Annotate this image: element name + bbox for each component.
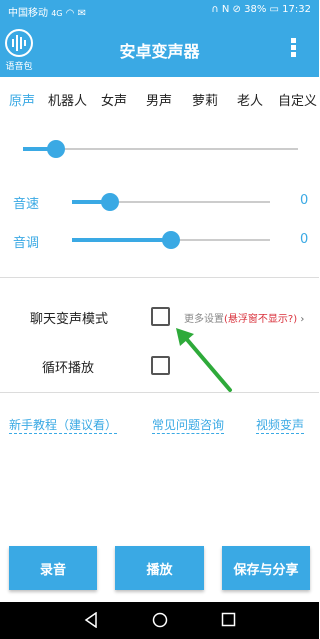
chat-mode-label: 聊天变声模式 <box>30 312 109 327</box>
battery-percent: 38% <box>244 4 267 15</box>
app-title: 安卓变声器 <box>119 42 200 61</box>
tab-female[interactable]: 女声 <box>101 90 127 109</box>
divider <box>0 392 319 393</box>
pitch-value: 0 <box>300 232 309 247</box>
play-button[interactable]: 播放 <box>115 546 204 590</box>
navigation-bar <box>0 602 319 639</box>
wifi-icon: ◠ <box>65 8 75 19</box>
mute-icon: ⊘ <box>232 4 241 15</box>
speed-slider[interactable] <box>72 192 270 212</box>
floating-window-hint: (悬浮窗不显示?) <box>224 314 298 325</box>
clock: 17:32 <box>282 4 311 15</box>
status-right: ∩ N ⊘ 38% ▭ 17:32 <box>211 4 311 15</box>
carrier-name: 中国移动 <box>8 8 48 19</box>
slider-thumb[interactable] <box>100 193 119 211</box>
chevron-right-icon: › <box>300 314 305 325</box>
voice-tabs: 原声 机器人 女声 男声 萝莉 老人 自定义 <box>0 90 319 112</box>
menu-dot-icon <box>290 38 296 43</box>
app-bar: 语音包 安卓变声器 <box>0 22 319 77</box>
tab-robot[interactable]: 机器人 <box>48 90 87 109</box>
pitch-label: 音调 <box>13 236 40 251</box>
more-menu-button[interactable] <box>289 36 297 62</box>
loop-play-checkbox[interactable] <box>151 356 170 375</box>
home-icon[interactable] <box>152 612 168 628</box>
loop-play-label: 循环播放 <box>42 361 95 376</box>
slider-fill <box>72 238 171 242</box>
more-settings-link[interactable]: 更多设置(悬浮窗不显示?) › <box>184 310 304 325</box>
headphone-icon: ∩ <box>211 4 219 15</box>
more-settings-text: 更多设置 <box>184 314 224 325</box>
video-voice-link[interactable]: 视频变声 <box>256 416 305 434</box>
slider-thumb[interactable] <box>47 140 65 158</box>
tab-elder[interactable]: 老人 <box>237 90 263 109</box>
nfc-icon: N <box>221 4 230 15</box>
pitch-slider[interactable] <box>72 230 270 250</box>
tutorial-link[interactable]: 新手教程（建议看） <box>9 416 118 434</box>
voice-slider[interactable] <box>23 139 298 159</box>
speed-value: 0 <box>300 193 309 208</box>
back-icon[interactable] <box>84 612 98 628</box>
tab-custom[interactable]: 自定义 <box>278 90 317 109</box>
battery-icon: ▭ <box>269 4 279 15</box>
tab-original[interactable]: 原声 <box>9 90 35 109</box>
slider-thumb[interactable] <box>162 231 180 249</box>
chat-mode-checkbox[interactable] <box>151 307 170 326</box>
status-bar: 中国移动 4G ◠ ✉ ∩ N ⊘ 38% ▭ 17:32 <box>0 0 319 22</box>
annotation-arrow <box>176 328 232 392</box>
save-share-button[interactable]: 保存与分享 <box>222 546 310 590</box>
faq-link[interactable]: 常见问题咨询 <box>152 416 225 434</box>
divider <box>0 277 319 278</box>
status-left: 中国移动 4G ◠ ✉ <box>8 4 86 19</box>
speed-label: 音速 <box>13 197 40 212</box>
network-type: 4G <box>51 9 63 18</box>
tab-male[interactable]: 男声 <box>146 90 172 109</box>
menu-dot-icon <box>290 45 296 50</box>
recents-icon[interactable] <box>221 612 236 627</box>
menu-dot-icon <box>290 52 296 57</box>
notification-icon: ✉ <box>77 8 86 19</box>
record-button[interactable]: 录音 <box>9 546 97 590</box>
tab-loli[interactable]: 萝莉 <box>192 90 218 109</box>
